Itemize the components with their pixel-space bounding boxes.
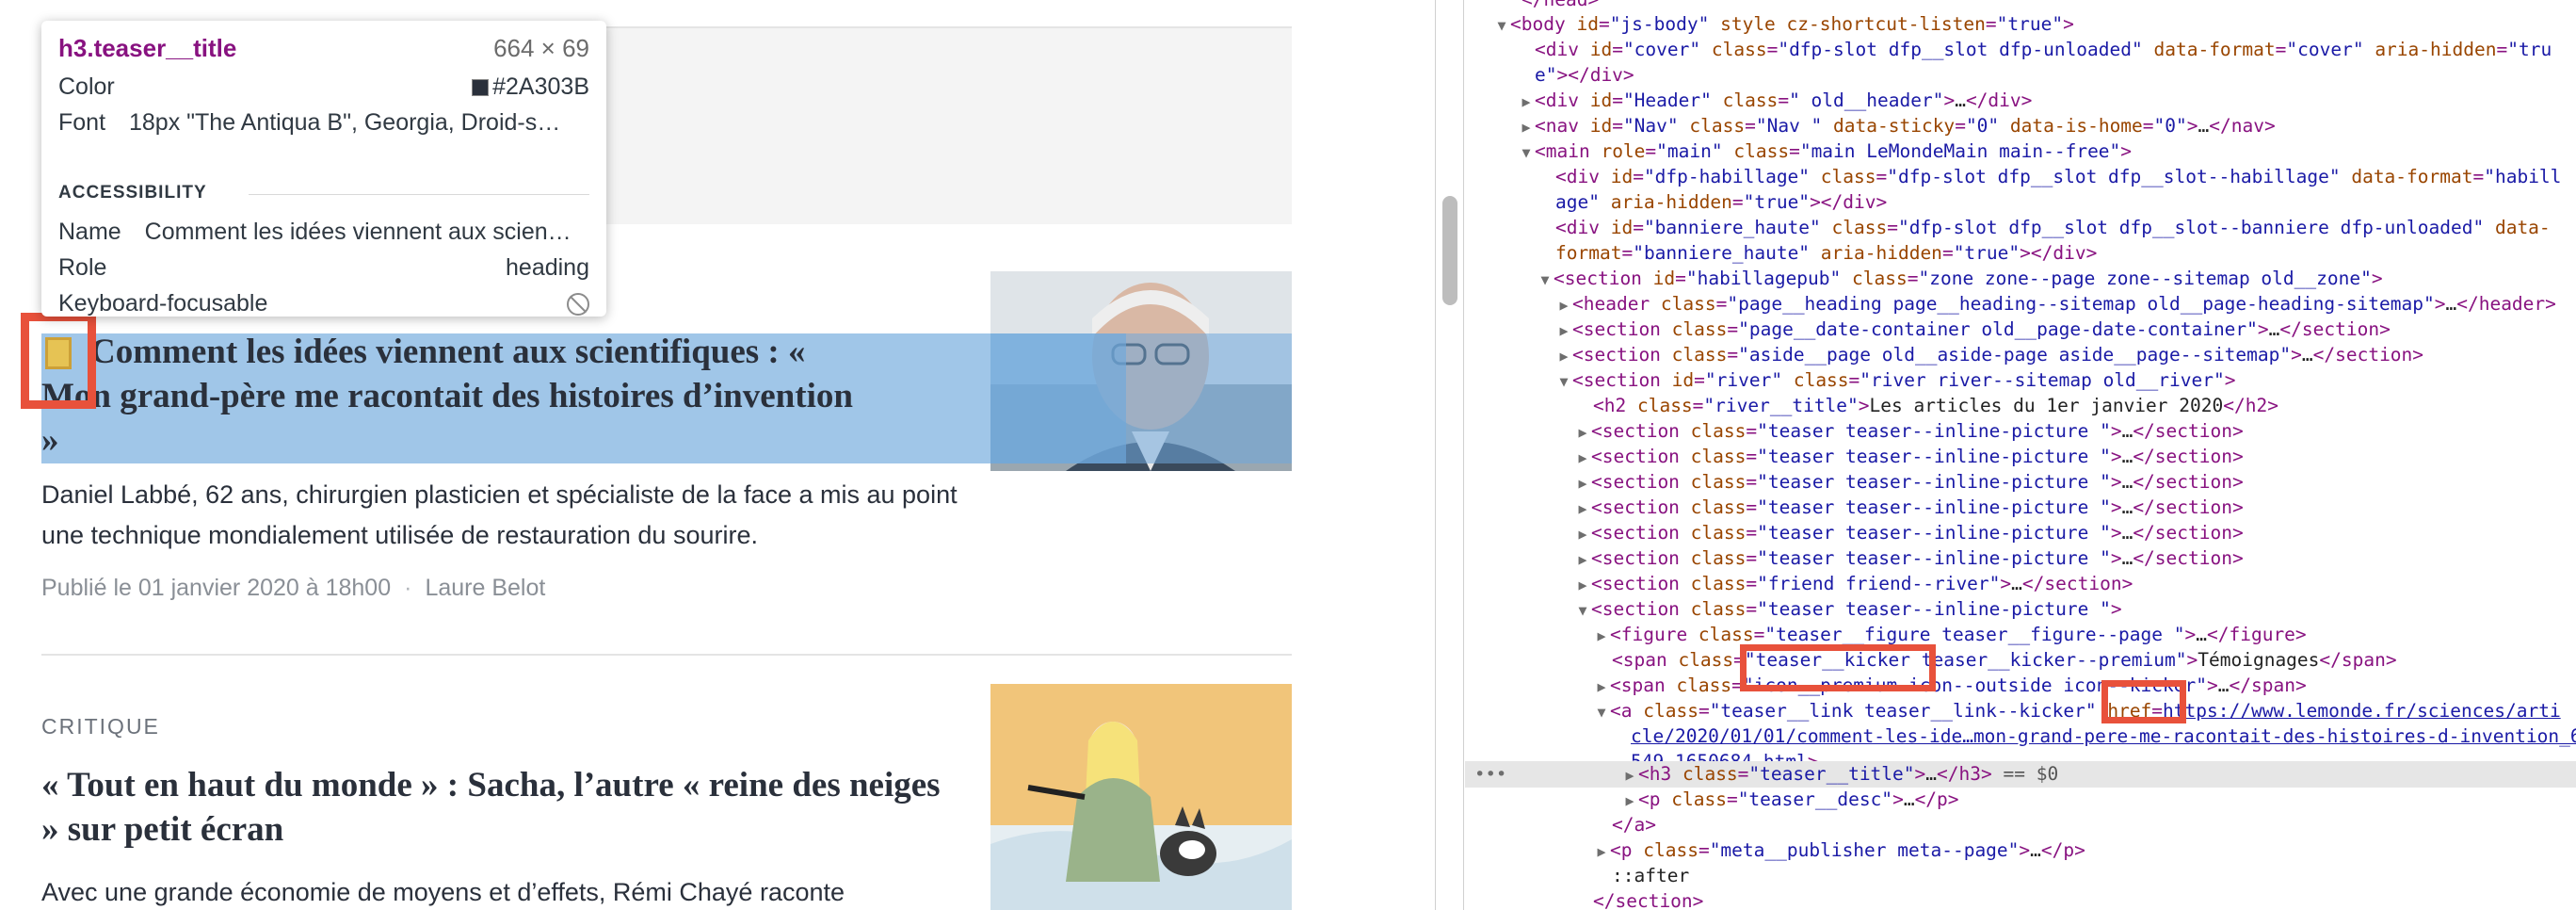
- annotation-red-box-premium-icon: [21, 313, 96, 409]
- title-line-1: Comment les idées viennent aux scientifi…: [90, 333, 806, 371]
- tooltip-font-value: 18px "The Antiqua B", Georgia, Droid-s…: [128, 109, 561, 136]
- dom-line-friend[interactable]: ▶ <section class="friend friend--river">……: [1574, 571, 2133, 597]
- devtools-elements-panel: </head> ▼<body id="js-body" style cz-sho…: [1465, 0, 2576, 910]
- dom-line-section-habillagepub[interactable]: ▼ <section id="habillagepub" class="zone …: [1537, 266, 2382, 292]
- kicker-text: Témoignages: [2198, 649, 2320, 671]
- tooltip-role-label: Role: [58, 254, 107, 281]
- dom-line-after[interactable]: ::after: [1612, 863, 1689, 889]
- teaser-title[interactable]: Comment les idées viennent aux scientifi…: [41, 330, 945, 463]
- not-focusable-icon: [567, 293, 589, 317]
- href-link-1[interactable]: https://www.lemonde.fr/sciences/arti: [2163, 700, 2561, 722]
- teaser-image-2[interactable]: [990, 684, 1292, 910]
- teaser-title-2[interactable]: « Tout en haut du monde » : Sacha, l’aut…: [41, 763, 964, 852]
- dom-line-cover-tail[interactable]: e"></div>: [1535, 62, 1634, 89]
- dom-line-anchor-href-2[interactable]: cle/2020/01/01/comment-les-ide…mon-grand…: [1631, 723, 2576, 750]
- dom-line-p-desc[interactable]: ▶ <p class="teaser__desc">…</p>: [1621, 787, 1958, 813]
- dom-line-habillage-tail[interactable]: age" aria-hidden="true"></div>: [1555, 189, 1887, 216]
- dom-line-body[interactable]: ▼ <body id="js-body" style cz-shortcut-li…: [1493, 11, 2073, 38]
- teaser-desc-2: Avec une grande économie de moyens et d’…: [41, 878, 845, 906]
- tooltip-keyboard-row: Keyboard-focusable: [58, 290, 589, 317]
- tooltip-name-value: Comment les idées viennent aux scien…: [144, 219, 572, 245]
- title-line-3: »: [41, 421, 59, 460]
- more-options-icon[interactable]: •••: [1474, 761, 1506, 788]
- article-divider: [41, 654, 1292, 656]
- dom-line-icon-premium[interactable]: ▶ <span class="icon__premium icon--outsid…: [1593, 673, 2306, 699]
- river-title-text: Les articles du 1er janvier 2020: [1869, 395, 2224, 416]
- dom-line-banniere[interactable]: <div id="banniere_haute" class="dfp-slot…: [1555, 215, 2551, 241]
- tooltip-selector-row: h3.teaser__title 664 × 69: [58, 34, 589, 63]
- tooltip-color-row: Color #2A303B: [58, 73, 589, 101]
- publish-date: Publié le 01 janvier 2020 à 18h00: [41, 575, 392, 601]
- tooltip-keyboard-label: Keyboard-focusable: [58, 290, 268, 317]
- selected-node-ref: == $0: [2003, 763, 2059, 785]
- annotation-red-box-icon-premium: [1740, 644, 1936, 691]
- inspect-tooltip: h3.teaser__title 664 × 69 Color #2A303B …: [41, 21, 606, 317]
- tooltip-dimensions: 664 × 69: [493, 34, 589, 62]
- dom-line-a-close[interactable]: </a>: [1612, 812, 1656, 838]
- dom-line-figure[interactable]: ▶ <figure class="teaser__figure teaser__f…: [1593, 622, 2306, 648]
- dom-line-meta[interactable]: ▶ <p class="meta__publisher meta--page">……: [1593, 837, 2085, 864]
- tooltip-font-row: Font 18px "The Antiqua B", Georgia, Droi…: [58, 109, 589, 137]
- scrollbar-thumb[interactable]: [1442, 196, 1457, 305]
- teaser-article-2[interactable]: CRITIQUE « Tout en haut du monde » : Sac…: [41, 684, 1292, 910]
- color-swatch: [472, 79, 490, 97]
- tooltip-accessibility-heading: ACCESSIBILITY: [58, 183, 207, 203]
- tooltip-accessibility-rule: [249, 194, 589, 195]
- tooltip-role-value: heading: [506, 254, 589, 281]
- page-viewport: Comment les idées viennent aux scientifi…: [0, 0, 1435, 910]
- dom-line-teaser-2[interactable]: ▶ <section class="teaser teaser--inline-p…: [1574, 444, 2243, 470]
- dom-line-banniere-tail[interactable]: format="banniere_haute" aria-hidden="tru…: [1555, 240, 2097, 267]
- dom-line-teaser-1[interactable]: ▶ <section class="teaser teaser--inline-p…: [1574, 418, 2243, 445]
- dom-line-anchor[interactable]: ▼ <a class="teaser__link teaser__link--ki…: [1593, 698, 2561, 724]
- teaser-kicker: CRITIQUE: [41, 714, 160, 739]
- dom-line-kicker-span[interactable]: <span class="teaser__kicker teaser__kick…: [1612, 647, 2397, 674]
- teaser-desc: Daniel Labbé, 62 ans, chirurgien plastic…: [41, 480, 958, 549]
- after-pseudo: ::after: [1612, 865, 1690, 886]
- tooltip-name-row: Name Comment les idées viennent aux scie…: [58, 219, 589, 246]
- title-line-2: Mon grand-père me racontait des histoire…: [41, 377, 853, 415]
- dom-line-river[interactable]: ▼ <section id="river" class="river river-…: [1555, 367, 2235, 394]
- dom-line-main[interactable]: ▼ <main role="main" class="main LeMondeMa…: [1518, 138, 2132, 165]
- dom-line-section-close[interactable]: </section>: [1593, 888, 1703, 910]
- dom-line-cover[interactable]: <div id="cover" class="dfp-slot dfp__slo…: [1535, 37, 2552, 63]
- dom-line-teaser-open[interactable]: ▼ <section class="teaser teaser--inline-p…: [1574, 596, 2121, 623]
- dom-line-header-page[interactable]: ▶ <header class="page__heading page__head…: [1555, 291, 2555, 317]
- dom-line-teaser-6[interactable]: ▶ <section class="teaser teaser--inline-p…: [1574, 545, 2243, 572]
- dom-line-teaser-4[interactable]: ▶ <section class="teaser teaser--inline-p…: [1574, 495, 2243, 521]
- tooltip-name-label: Name: [58, 219, 121, 245]
- teaser-meta: Publié le 01 janvier 2020 à 18h00 · Laure …: [41, 575, 545, 602]
- dom-line-teaser-5[interactable]: ▶ <section class="teaser teaser--inline-p…: [1574, 520, 2243, 546]
- dom-line-habillage[interactable]: <div id="dfp-habillage" class="dfp-slot …: [1555, 164, 2561, 190]
- dom-line-header[interactable]: ▶ <div id="Header" class=" old__header">……: [1518, 88, 2032, 114]
- dom-line-teaser-3[interactable]: ▶ <section class="teaser teaser--inline-p…: [1574, 469, 2243, 496]
- dom-line-aside[interactable]: ▶ <section class="aside__page old__aside-…: [1555, 342, 2423, 368]
- tooltip-color-label: Color: [58, 73, 115, 100]
- meta-separator: ·: [404, 575, 412, 601]
- dom-line-h3-selected[interactable]: ••• ▶ <h3 class="teaser__title">…</h3> ==…: [1465, 761, 2576, 788]
- tooltip-selector: h3.teaser__title: [58, 34, 237, 62]
- href-link-2[interactable]: cle/2020/01/01/comment-les-ide…mon-grand…: [1631, 725, 2576, 747]
- tooltip-font-label: Font: [58, 109, 106, 136]
- animation-still-image: [990, 684, 1292, 910]
- tooltip-color-value: #2A303B: [492, 73, 589, 100]
- teaser-article-1[interactable]: Comment les idées viennent aux scientifi…: [41, 271, 1292, 648]
- annotation-red-box-href: [2101, 680, 2186, 723]
- author-link[interactable]: Laure Belot: [425, 575, 545, 601]
- dom-line-nav[interactable]: ▶ <nav id="Nav" class="Nav " data-sticky=…: [1518, 113, 2275, 139]
- dom-line-date-container[interactable]: ▶ <section class="page__date-container ol…: [1555, 317, 2390, 343]
- dom-line-h2[interactable]: <h2 class="river__title">Les articles du…: [1593, 393, 2278, 419]
- tooltip-role-row: Role heading: [58, 254, 589, 282]
- page-scrollbar[interactable]: [1436, 0, 1464, 910]
